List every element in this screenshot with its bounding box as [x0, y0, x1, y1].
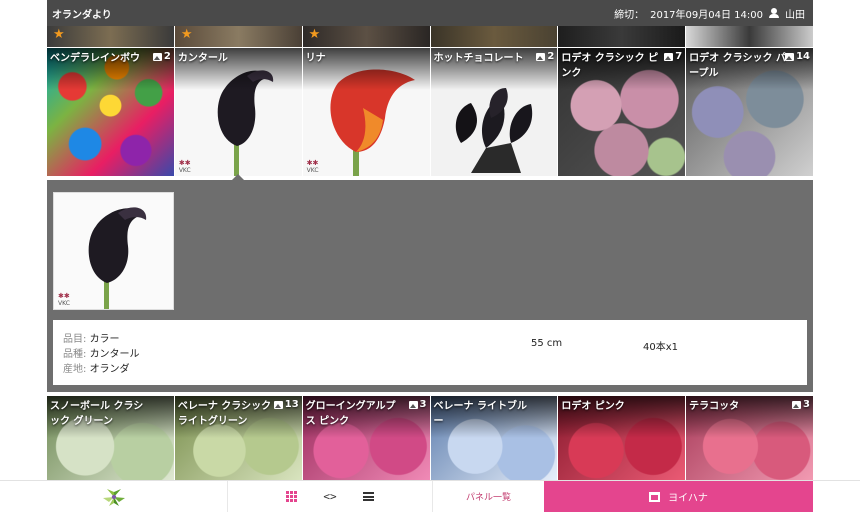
photo-count: 7	[664, 51, 682, 62]
photo-count: 3	[408, 399, 427, 410]
bottom-spacer	[813, 481, 860, 512]
shop-label: ヨイハナ	[668, 493, 708, 504]
product-tile[interactable]: ベレーナ クラシック ライトグリーン 13	[174, 396, 302, 480]
header-bar: オランダより 締切： 2017年09月04日 14:00 山田	[47, 0, 813, 26]
product-tile[interactable]: リナ VKC	[302, 48, 430, 176]
product-tile[interactable]: ホットチョコレート 2	[430, 48, 558, 176]
user-icon[interactable]	[769, 8, 779, 18]
image-icon	[664, 52, 674, 61]
calla-illustration	[217, 70, 274, 176]
attribute-item: 品目: カラー	[63, 334, 120, 345]
star-icon[interactable]: ★	[53, 28, 65, 42]
photo-count: 14	[785, 51, 810, 62]
product-name: ロデオ クラシック パープル	[689, 53, 786, 79]
app-root: オランダより 締切： 2017年09月04日 14:00 山田 ★ ★ ★ ベン…	[0, 0, 860, 512]
shop-button[interactable]: ヨイハナ	[544, 481, 813, 512]
strip-tile[interactable]	[430, 26, 558, 47]
product-name: ベンデラレインボウ	[50, 53, 140, 64]
product-name: ベレーナ クラシック ライトグリーン	[177, 401, 272, 427]
product-attributes: 品目: カラー 品種: カンタール 産地: オランダ	[63, 332, 140, 377]
detail-photo[interactable]: VKC	[53, 192, 174, 310]
calla-illustration	[330, 69, 415, 176]
image-icon	[785, 52, 795, 61]
strip-tile[interactable]: ★	[47, 26, 174, 47]
flower-logo-icon	[102, 488, 125, 506]
page-title: オランダより	[52, 9, 112, 21]
logo-button[interactable]	[0, 481, 228, 512]
photo-count: 3	[792, 399, 810, 410]
list-view-icon[interactable]	[362, 492, 374, 501]
product-name: カンタール	[177, 53, 228, 64]
calla-bunch-illustration	[455, 88, 532, 173]
image-icon	[152, 52, 162, 61]
product-tile[interactable]: スノーボール クラシック グリーン	[47, 396, 174, 480]
vkc-watermark: VKC	[179, 160, 191, 174]
vkc-watermark: VKC	[307, 160, 319, 174]
prev-next-icon[interactable]: <>	[323, 490, 336, 503]
product-grid-row-2: スノーボール クラシック グリーン ベレーナ クラシック ライトグリーン 13 …	[47, 396, 813, 480]
black-calla-image	[174, 48, 302, 176]
attribute-origin: 産地: オランダ	[63, 364, 130, 375]
product-tile-selected[interactable]: カンタール VKC	[174, 48, 302, 176]
strip-tile[interactable]: ★	[174, 26, 302, 47]
photo-count: 2	[536, 51, 554, 62]
grid-view-icon[interactable]	[286, 491, 298, 502]
deadline-label: 締切：	[614, 9, 645, 21]
attribute-variety: 品種: カンタール	[63, 349, 140, 360]
strip-tile[interactable]	[558, 26, 686, 47]
user-name[interactable]: 山田	[785, 6, 805, 21]
product-name: ベレーナ ライトブルー	[433, 401, 527, 427]
quantity: 40本x1	[643, 342, 679, 353]
star-icon[interactable]: ★	[181, 28, 193, 42]
image-icon	[408, 400, 418, 409]
dark-calla-bunch-image	[430, 48, 558, 176]
scrolled-product-row: ★ ★ ★	[47, 26, 813, 47]
product-tile[interactable]: ロデオ クラシック ピンク 7	[558, 48, 686, 176]
product-name: スノーボール クラシック グリーン	[50, 401, 144, 427]
header-right: 締切： 2017年09月04日 14:00 山田	[614, 6, 805, 21]
stem-length: 55 cm	[531, 338, 563, 349]
product-name: ホットチョコレート	[433, 53, 524, 64]
product-info-card: 品目: カラー 品種: カンタール 産地: オランダ 55 cm 40本x1	[53, 320, 807, 385]
strip-tile[interactable]: ★	[302, 26, 430, 47]
store-icon	[649, 491, 661, 502]
product-name: ロデオ ピンク	[561, 401, 625, 412]
rainbow-rose-image	[47, 48, 174, 176]
product-tile[interactable]: グローイングアルプス ピンク 3	[302, 396, 430, 480]
product-grid-row-1: ベンデラレインボウ 2 カンタール VKC リナ	[47, 48, 813, 176]
bottom-toolbar: <> パネル一覧 ヨイハナ	[0, 480, 860, 512]
product-tile[interactable]: テラコッタ 3	[686, 396, 813, 480]
black-calla-image	[88, 207, 147, 309]
product-tile[interactable]: ロデオ ピンク	[558, 396, 686, 480]
product-detail-panel: VKC 品目: カラー 品種: カンタール 産地: オランダ 55 cm 40本…	[47, 180, 813, 392]
product-name: テラコッタ	[689, 401, 740, 412]
star-icon[interactable]: ★	[309, 28, 321, 42]
product-name: リナ	[305, 53, 326, 64]
panel-list-link[interactable]: パネル一覧	[433, 481, 544, 512]
view-switcher: <>	[228, 481, 433, 512]
product-tile[interactable]: ロデオ クラシック パープル 14	[686, 48, 813, 176]
red-calla-image	[302, 48, 430, 176]
deadline-value: 2017年09月04日 14:00	[650, 9, 763, 21]
product-tile[interactable]: ベレーナ ライトブルー	[430, 396, 558, 480]
product-tile[interactable]: ベンデラレインボウ 2	[47, 48, 174, 176]
strip-tile[interactable]	[686, 26, 813, 47]
vkc-watermark: VKC	[58, 293, 70, 307]
photo-count: 2	[152, 51, 171, 62]
product-name: グローイングアルプス ピンク	[305, 401, 396, 427]
image-icon	[273, 400, 283, 409]
image-icon	[792, 400, 802, 409]
product-name: ロデオ クラシック ピンク	[561, 53, 659, 79]
image-icon	[536, 52, 546, 61]
photo-count: 13	[273, 399, 299, 410]
